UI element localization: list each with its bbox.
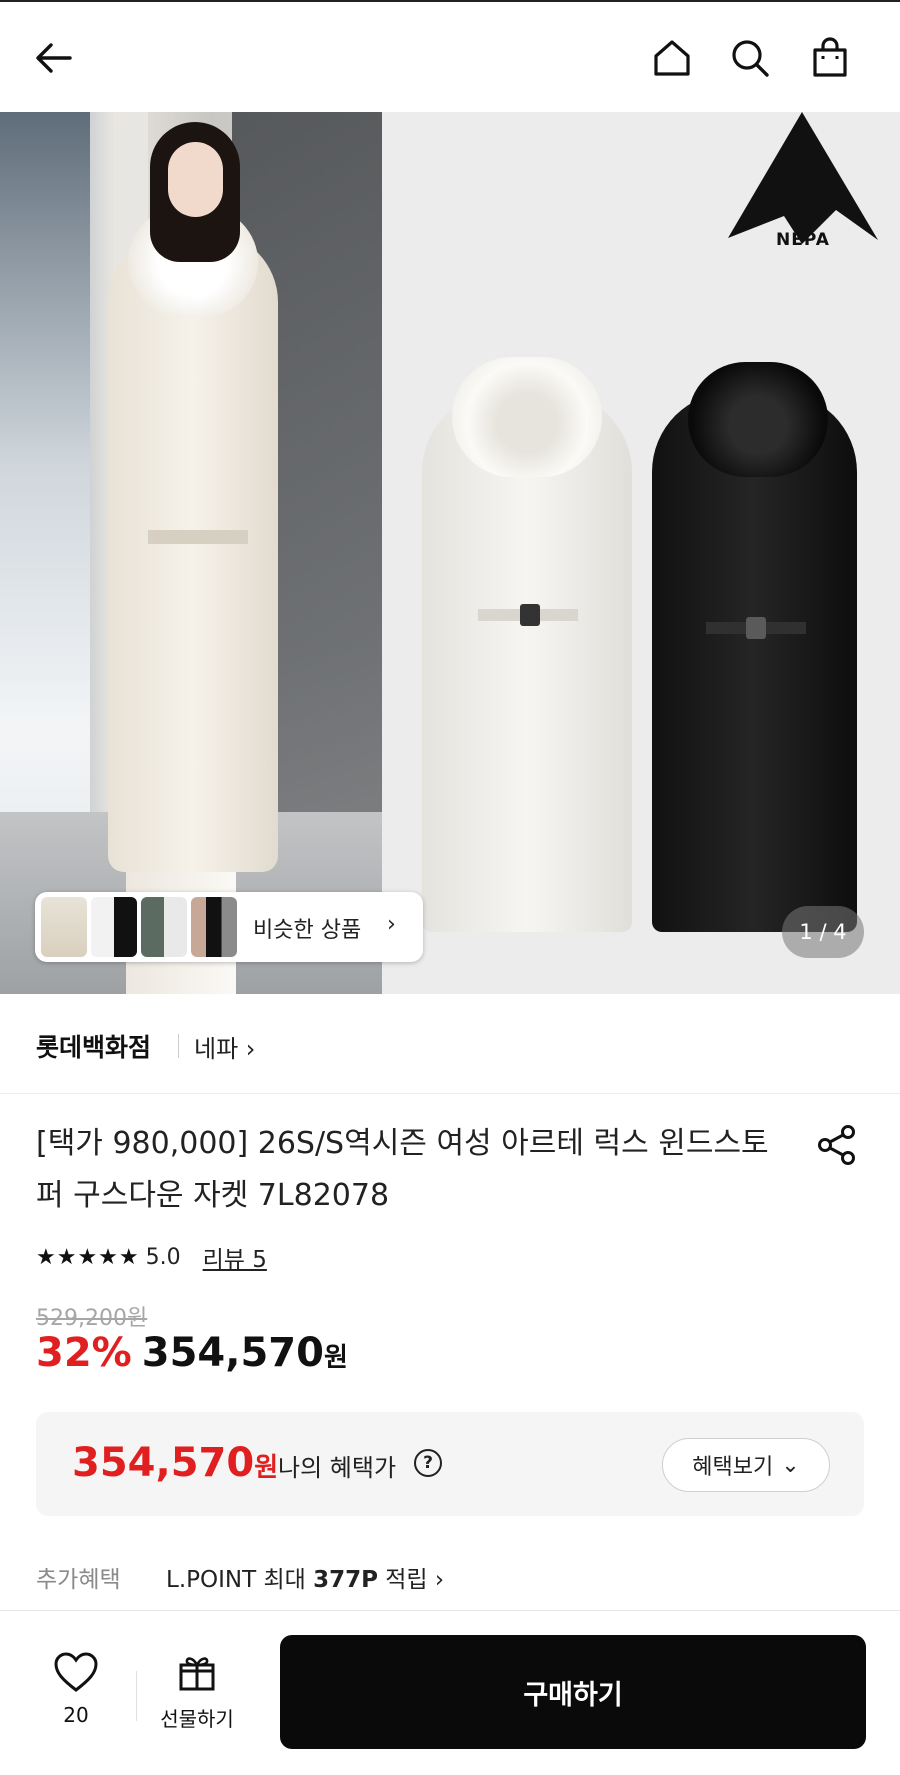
view-benefits-button[interactable]: 혜택보기 ⌄ (662, 1438, 830, 1492)
store-name[interactable]: 롯데백화점 (36, 1028, 151, 1064)
view-benefits-label: 혜택보기 (692, 1455, 774, 1480)
help-icon[interactable]: ? (414, 1449, 442, 1477)
divider (178, 1034, 179, 1058)
search-button[interactable] (724, 32, 776, 84)
gift-label: 선물하기 (160, 1707, 234, 1731)
currency-unit: 원 (323, 1343, 348, 1373)
thumbnail (91, 897, 137, 957)
thumbnail (141, 897, 187, 957)
image-counter: 1 / 4 (782, 906, 864, 958)
shopping-bag-icon (813, 37, 847, 77)
top-navigation-bar (0, 0, 900, 112)
bottom-action-bar: 20 선물하기 구매하기 (0, 1610, 900, 1775)
share-button[interactable] (814, 1122, 860, 1168)
wishlist-count: 20 (63, 1703, 89, 1727)
divider (136, 1671, 137, 1721)
arrow-left-icon (36, 43, 72, 73)
similar-products-button[interactable]: 비슷한 상품 › (35, 892, 423, 962)
chevron-right-icon: › (387, 912, 396, 937)
similar-thumbnails (41, 897, 237, 957)
share-icon (818, 1125, 855, 1165)
extra-benefit-label: 추가혜택 (36, 1567, 121, 1593)
sale-price: 354,570 (141, 1330, 324, 1376)
rating-score: 5.0 (145, 1244, 181, 1270)
benefit-label: 나의 혜택가 (278, 1454, 397, 1482)
benefit-price-box: 354,570원 나의 혜택가 ? 혜택보기 ⌄ (36, 1412, 864, 1516)
original-price: 529,200원 (36, 1306, 148, 1331)
thumbnail (41, 897, 87, 957)
heart-icon (54, 1652, 98, 1692)
brand-link[interactable]: 네파 › (194, 1029, 255, 1064)
star-rating: ★★★★★ (36, 1244, 140, 1270)
model-photo (0, 112, 382, 994)
product-image-carousel[interactable]: NEPA 비슷한 상품 › 1 / 4 (0, 112, 900, 994)
benefit-price-value: 354,570 (72, 1440, 255, 1486)
search-icon (732, 40, 769, 77)
rating-row: ★★★★★ 5.0 리뷰 5 (36, 1240, 267, 1274)
home-button[interactable] (646, 32, 698, 84)
review-link[interactable]: 리뷰 5 (203, 1240, 267, 1274)
nepa-logo-text: NEPA (776, 230, 830, 250)
gift-button[interactable]: 선물하기 (152, 1651, 242, 1741)
shopping-bag-button[interactable] (804, 32, 856, 84)
lpoint-amount: 377P (313, 1567, 378, 1593)
home-icon (654, 40, 690, 76)
price-row: 32% 354,570 원 (36, 1330, 348, 1384)
wishlist-button[interactable]: 20 (46, 1651, 106, 1741)
thumbnail (191, 897, 237, 957)
gift-icon (179, 1657, 215, 1691)
benefit-price: 354,570원 (72, 1440, 278, 1486)
extra-benefit-row[interactable]: 추가혜택 L.POINT 최대 377P 적립 › (36, 1560, 444, 1594)
back-button[interactable] (28, 32, 80, 84)
store-row: 롯데백화점 네파 › (0, 994, 900, 1094)
chevron-down-icon: ⌄ (781, 1452, 800, 1478)
buy-button[interactable]: 구매하기 (280, 1635, 866, 1749)
discount-rate: 32% (36, 1330, 132, 1376)
product-title: [택가 980,000] 26S/S역시즌 여성 아르테 럭스 윈드스토퍼 구스… (36, 1126, 769, 1213)
similar-products-label: 비슷한 상품 (253, 918, 362, 943)
lpoint-benefit-text: L.POINT 최대 377P 적립 › (166, 1567, 445, 1593)
benefit-currency: 원 (254, 1453, 279, 1483)
